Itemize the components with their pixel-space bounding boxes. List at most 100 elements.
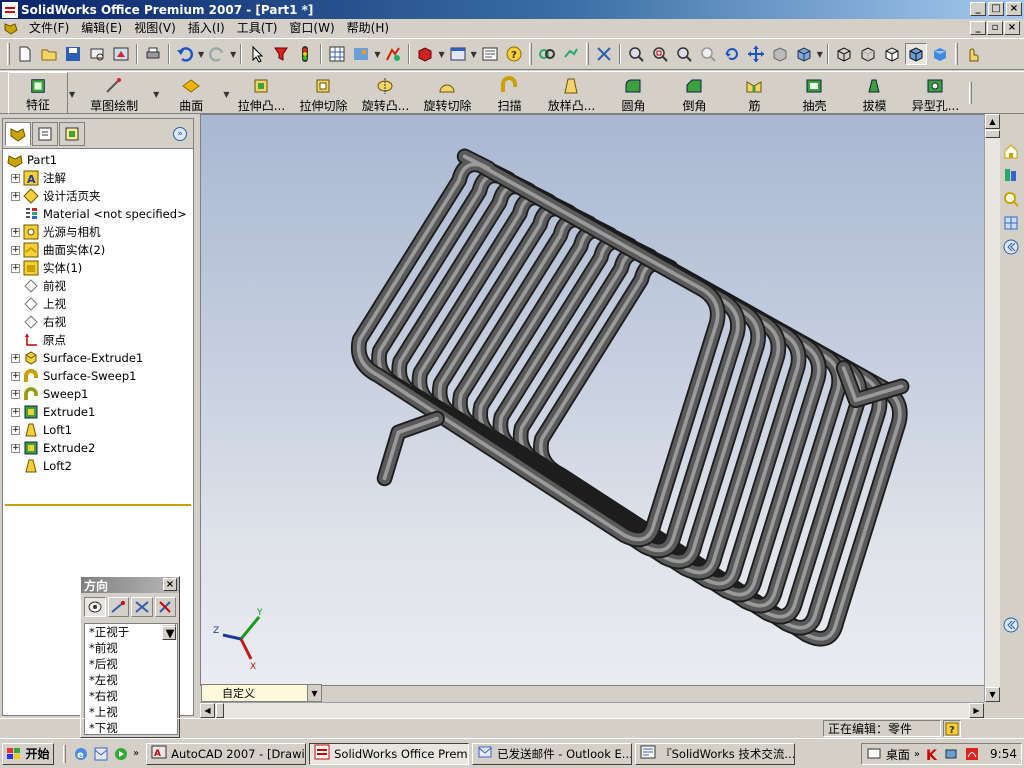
status-help-icon[interactable]: ? xyxy=(943,720,961,737)
tree-item[interactable]: + Extrude2 xyxy=(3,439,193,457)
loft-button[interactable]: 放样凸... xyxy=(540,72,602,114)
new-view-icon[interactable] xyxy=(107,597,129,617)
sweep-button[interactable]: 扫描 xyxy=(478,72,540,114)
doc-restore-button[interactable]: ▫ xyxy=(987,21,1003,35)
orientation-item[interactable]: *后视 xyxy=(87,656,177,672)
expand-toggle[interactable]: + xyxy=(11,389,20,399)
vertical-scroll-thumb[interactable] xyxy=(985,130,1000,138)
hole-wizard-button[interactable]: 异型孔... xyxy=(904,72,966,114)
view-orientation-icon[interactable] xyxy=(793,43,815,65)
scroll-left-button[interactable]: ◀ xyxy=(200,703,215,718)
minimize-button[interactable]: _ xyxy=(970,2,986,16)
design-library-icon[interactable] xyxy=(1001,164,1021,186)
orientation-item[interactable]: *左视 xyxy=(87,672,177,688)
open-icon[interactable] xyxy=(38,43,60,65)
hidden-lines-visible-icon[interactable] xyxy=(857,43,879,65)
orientation-list-scrollbar[interactable]: ▲ ▼ xyxy=(162,624,177,640)
make-drawing-icon[interactable] xyxy=(110,43,132,65)
expand-toggle[interactable]: + xyxy=(11,227,20,237)
3d-drawing-view-icon[interactable] xyxy=(769,43,791,65)
menu-insert[interactable]: 插入(I) xyxy=(182,20,231,37)
expand-toggle[interactable]: + xyxy=(11,263,20,273)
undo-icon[interactable] xyxy=(174,43,196,65)
properties-icon[interactable] xyxy=(479,43,501,65)
rotate-view-icon[interactable] xyxy=(721,43,743,65)
show-desktop-icon[interactable] xyxy=(866,746,882,762)
revolved-cut-button[interactable]: 旋转切除 xyxy=(416,72,478,114)
update-view-icon[interactable] xyxy=(131,597,153,617)
doc-minimize-button[interactable]: _ xyxy=(970,21,986,35)
solidworks-resources-icon[interactable] xyxy=(1001,140,1021,162)
menu-edit[interactable]: 编辑(E) xyxy=(75,20,128,37)
orientation-dialog-header[interactable]: 方向 × xyxy=(81,577,179,593)
select-filter-icon[interactable] xyxy=(270,43,292,65)
file-explorer-icon[interactable] xyxy=(1001,188,1021,210)
horizontal-scroll-thumb[interactable] xyxy=(216,703,224,718)
extruded-boss-button[interactable]: 拉伸凸... xyxy=(230,72,292,114)
horizontal-scrollbar[interactable]: ◀ ▶ xyxy=(200,702,984,718)
hidden-lines-removed-icon[interactable] xyxy=(881,43,903,65)
zoom-to-fit-icon[interactable] xyxy=(625,43,647,65)
expand-toggle[interactable]: + xyxy=(11,425,20,435)
chamfer-button[interactable]: 倒角 xyxy=(664,72,724,114)
start-button[interactable]: 开始 xyxy=(2,742,54,765)
view-selector-dropdown-icon[interactable]: ▼ xyxy=(307,685,321,701)
wireframe-icon[interactable] xyxy=(833,43,855,65)
menu-file[interactable]: 文件(F) xyxy=(23,20,75,37)
tree-item[interactable]: Material <not specified> xyxy=(3,205,193,223)
tree-item[interactable]: + 设计活页夹 xyxy=(3,187,193,205)
options-icon[interactable] xyxy=(326,43,348,65)
outlook-express-icon[interactable] xyxy=(93,746,109,762)
print-icon[interactable] xyxy=(142,43,164,65)
view-selector[interactable]: 自定义 ▼ xyxy=(201,684,322,702)
expand-toggle[interactable]: + xyxy=(11,191,20,201)
fillet-button[interactable]: 圆角 xyxy=(602,72,664,114)
save-icon[interactable] xyxy=(62,43,84,65)
edit-color-icon[interactable] xyxy=(382,43,404,65)
tree-item[interactable]: 原点 xyxy=(3,331,193,349)
expand-toggle[interactable]: + xyxy=(11,173,20,183)
orientation-scroll-down[interactable]: ▼ xyxy=(162,626,176,640)
sketch-tab[interactable]: 草图绘制 xyxy=(76,72,152,114)
expand-task-pane-icon[interactable] xyxy=(1001,236,1021,258)
task-solidworks[interactable]: SolidWorks Office Premiu... xyxy=(309,742,470,765)
revolved-boss-button[interactable]: 旋转凸... xyxy=(354,72,416,114)
expand-toggle[interactable]: + xyxy=(11,407,20,417)
property-manager-tab[interactable] xyxy=(32,121,58,146)
doc-close-button[interactable]: × xyxy=(1004,21,1020,35)
document-icon[interactable] xyxy=(3,21,19,37)
task-outlook[interactable]: 已发送邮件 - Outlook E... xyxy=(472,742,633,765)
features-tab[interactable]: 特征 xyxy=(8,72,68,114)
rib-button[interactable]: 筋 xyxy=(724,72,784,114)
edit-appearance-icon[interactable] xyxy=(350,43,372,65)
menu-tools[interactable]: 工具(T) xyxy=(231,20,284,37)
internet-explorer-icon[interactable]: e xyxy=(73,746,89,762)
smart-mate-icon[interactable] xyxy=(560,43,582,65)
view-palette-pane-icon[interactable] xyxy=(1001,212,1021,234)
rebuild-icon[interactable] xyxy=(294,43,316,65)
view-palette-icon[interactable] xyxy=(447,43,469,65)
menu-window[interactable]: 窗口(W) xyxy=(283,20,340,37)
draft-button[interactable]: 拔模 xyxy=(844,72,904,114)
quick-launch-more-icon[interactable]: » xyxy=(133,748,139,759)
desktop-label[interactable]: 桌面 xyxy=(886,746,910,763)
tree-item[interactable]: 上视 xyxy=(3,295,193,313)
scroll-down-button[interactable]: ▼ xyxy=(985,687,1000,702)
redo-icon[interactable] xyxy=(206,43,228,65)
scroll-right-button[interactable]: ▶ xyxy=(969,703,984,718)
collapse-task-pane-icon[interactable] xyxy=(1001,614,1021,636)
collapse-panel-icon[interactable]: » xyxy=(173,127,187,141)
vertical-scrollbar[interactable]: ▲ ▼ xyxy=(984,114,1000,702)
shaded-with-edges-icon[interactable] xyxy=(904,43,927,65)
tree-item[interactable]: Loft2 xyxy=(3,457,193,475)
select-icon[interactable] xyxy=(246,43,268,65)
toolbar-grip[interactable] xyxy=(7,43,10,65)
tree-item[interactable]: 右视 xyxy=(3,313,193,331)
menu-help[interactable]: 帮助(H) xyxy=(341,20,395,37)
task-forum[interactable]: 『SolidWorks 技术交流... xyxy=(635,742,796,765)
new-icon[interactable] xyxy=(14,43,36,65)
shell-button[interactable]: 抽壳 xyxy=(784,72,844,114)
feature-manager-tab[interactable] xyxy=(5,121,31,146)
expand-toggle[interactable]: + xyxy=(11,443,20,453)
zoom-to-selection-icon[interactable] xyxy=(697,43,719,65)
